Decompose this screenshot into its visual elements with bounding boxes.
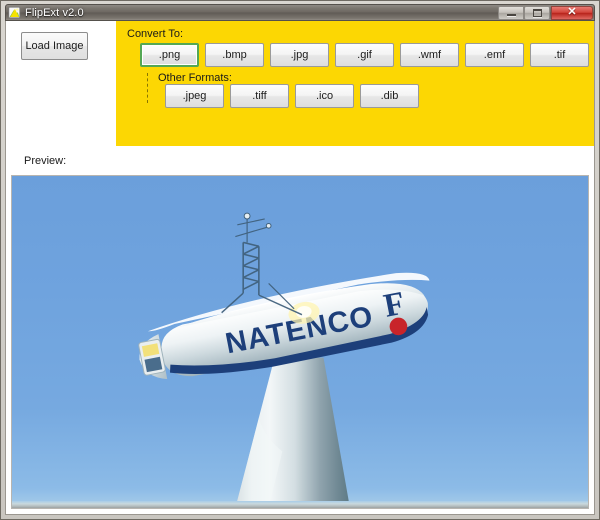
load-image-pane: Load Image bbox=[6, 21, 116, 146]
format-button-jpeg[interactable]: .jpeg bbox=[165, 84, 224, 108]
preview-image-container[interactable]: NATENCO F bbox=[11, 175, 589, 509]
wind-turbine-illustration: NATENCO F bbox=[12, 176, 588, 508]
close-icon: ✕ bbox=[567, 6, 577, 18]
preview-photo: NATENCO F bbox=[12, 176, 588, 508]
format-button-bmp[interactable]: .bmp bbox=[205, 43, 264, 67]
preview-label-strip: Preview: bbox=[6, 146, 594, 175]
client-area: Load Image Convert To: Other Formats: .p… bbox=[5, 21, 595, 515]
minimize-icon bbox=[506, 14, 516, 16]
preview-label: Preview: bbox=[24, 155, 67, 167]
minimize-button[interactable] bbox=[498, 5, 524, 20]
maximize-icon bbox=[532, 8, 542, 17]
toolbar-row: Load Image Convert To: Other Formats: .p… bbox=[6, 21, 594, 146]
close-button[interactable]: ✕ bbox=[551, 5, 593, 20]
format-button-jpg[interactable]: .jpg bbox=[270, 43, 329, 67]
other-formats-label: Other Formats: bbox=[158, 72, 232, 84]
format-button-wmf[interactable]: .wmf bbox=[400, 43, 459, 67]
title-bar[interactable]: FlipExt v2.0 ✕ bbox=[5, 4, 595, 21]
convert-options-panel: Convert To: Other Formats: .png .bmp .jp… bbox=[116, 21, 594, 146]
app-icon[interactable] bbox=[8, 6, 21, 19]
load-image-button[interactable]: Load Image bbox=[21, 32, 88, 60]
format-button-gif[interactable]: .gif bbox=[335, 43, 394, 67]
format-button-png[interactable]: .png bbox=[140, 43, 199, 67]
application-window: FlipExt v2.0 ✕ Load Image Convert To: Ot… bbox=[0, 0, 600, 520]
format-button-emf[interactable]: .emf bbox=[465, 43, 524, 67]
format-button-dib[interactable]: .dib bbox=[360, 84, 419, 108]
convert-to-label: Convert To: bbox=[127, 28, 184, 40]
maximize-button[interactable] bbox=[524, 5, 550, 20]
format-button-tif[interactable]: .tif bbox=[530, 43, 589, 67]
group-indicator-line bbox=[147, 73, 149, 103]
format-button-ico[interactable]: .ico bbox=[295, 84, 354, 108]
horizon-strip bbox=[12, 501, 588, 508]
window-controls: ✕ bbox=[498, 5, 593, 20]
format-button-tiff[interactable]: .tiff bbox=[230, 84, 289, 108]
window-title: FlipExt v2.0 bbox=[25, 6, 84, 19]
